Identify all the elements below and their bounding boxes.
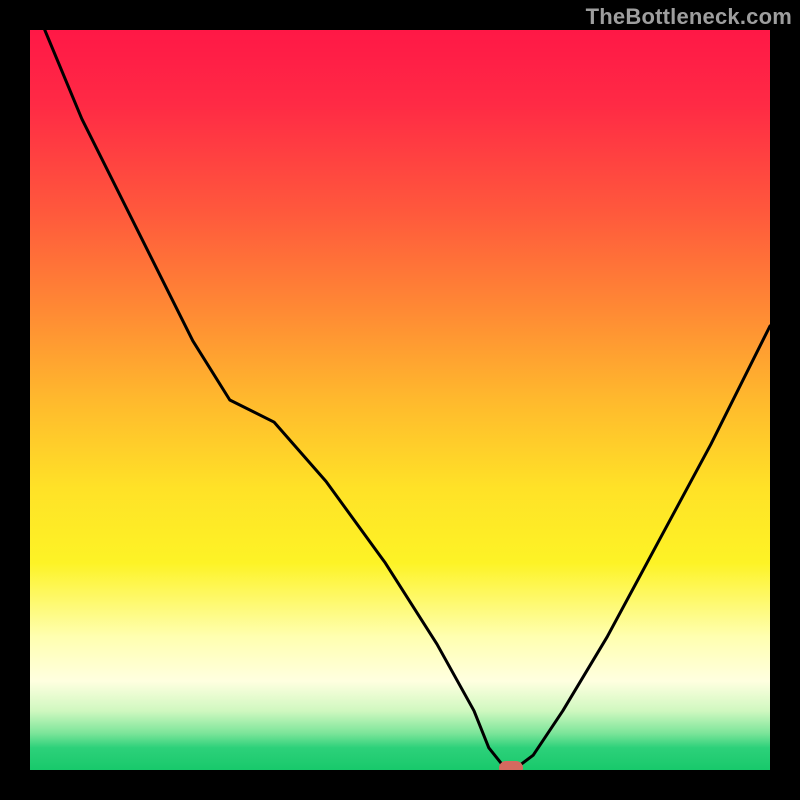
chart-frame: TheBottleneck.com [0, 0, 800, 800]
bottleneck-curve [30, 30, 770, 770]
optimal-marker [499, 761, 523, 770]
curve-path [45, 30, 770, 766]
watermark-text: TheBottleneck.com [586, 4, 792, 30]
plot-area [30, 30, 770, 770]
